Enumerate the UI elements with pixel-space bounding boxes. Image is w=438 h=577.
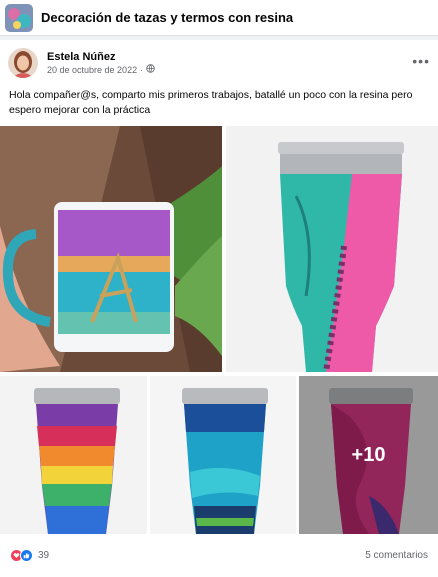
avatar[interactable] xyxy=(8,48,38,78)
tumbler-rainbow-photo[interactable] xyxy=(0,376,147,534)
reaction-count: 39 xyxy=(38,549,50,561)
group-title[interactable]: Decoración de tazas y termos con resina xyxy=(41,10,293,25)
tumbler-pink-photo[interactable]: +10 xyxy=(299,376,438,534)
post-date[interactable]: 20 de octubre de 2022 xyxy=(47,64,137,77)
photo-grid: +10 xyxy=(0,126,438,534)
ellipsis-icon[interactable]: ••• xyxy=(412,54,430,68)
tumbler-pink-teal-photo[interactable] xyxy=(226,126,438,372)
comments-count[interactable]: 5 comentarios xyxy=(365,550,428,561)
post-author: Estela Núñez 20 de octubre de 2022 · xyxy=(8,48,155,78)
author-name[interactable]: Estela Núñez xyxy=(47,50,155,64)
post-meta: 20 de octubre de 2022 · xyxy=(47,63,155,77)
more-photos-overlay[interactable]: +10 xyxy=(299,376,438,534)
reaction-icons xyxy=(10,548,33,562)
post-card: Estela Núñez 20 de octubre de 2022 · •••… xyxy=(0,40,438,577)
meta-separator: · xyxy=(140,64,144,75)
post-footer: 39 5 comentarios xyxy=(0,540,438,570)
mug-photo[interactable] xyxy=(0,126,222,372)
reactions-summary[interactable]: 39 xyxy=(10,548,50,562)
post-text: Hola compañer@s, comparto mis primeros t… xyxy=(9,89,413,116)
globe-icon xyxy=(146,63,155,77)
like-reaction-icon xyxy=(20,548,33,562)
group-header: Decoración de tazas y termos con resina xyxy=(0,0,438,36)
group-cover-icon[interactable] xyxy=(5,3,33,32)
tumbler-blue-photo[interactable] xyxy=(150,376,296,534)
